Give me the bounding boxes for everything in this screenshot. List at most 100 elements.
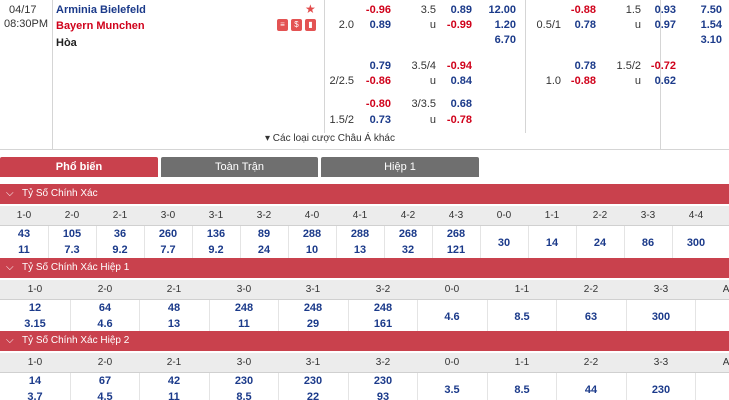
away-score-odds[interactable]: 3.7: [0, 389, 70, 400]
away-score-odds[interactable]: 93: [348, 389, 418, 400]
draw-score-odds[interactable]: 3.5: [417, 382, 487, 398]
over-under-odds[interactable]: -0.99: [436, 19, 472, 32]
home-score-odds[interactable]: 248: [278, 300, 348, 316]
star-icon[interactable]: ★: [305, 3, 316, 16]
over-under-odds[interactable]: -0.78: [436, 114, 472, 127]
handicap-odds[interactable]: 0.78: [560, 19, 596, 32]
home-score-odds[interactable]: 48: [139, 300, 209, 316]
away-team[interactable]: Bayern Munchen: [56, 20, 145, 33]
home-score-odds[interactable]: 248: [348, 300, 418, 316]
away-score-odds[interactable]: 10: [288, 242, 336, 258]
away-score-odds[interactable]: 8.5: [209, 389, 279, 400]
draw-score-odds[interactable]: 24: [576, 235, 624, 251]
over-under-odds[interactable]: -0.72: [640, 60, 676, 73]
over-under-odds[interactable]: -0.94: [436, 60, 472, 73]
handicap-odds[interactable]: -0.88: [560, 75, 596, 88]
handicap-odds[interactable]: -0.88: [560, 4, 596, 17]
x12-odds[interactable]: 7.50: [686, 4, 722, 17]
home-score-odds[interactable]: 67: [70, 373, 140, 389]
over-under-odds[interactable]: 0.84: [436, 75, 472, 88]
home-score-odds[interactable]: 288: [336, 226, 384, 242]
away-score-odds[interactable]: 121: [432, 242, 480, 258]
draw-score-odds[interactable]: 230: [626, 382, 696, 398]
handicap-odds[interactable]: 0.79: [355, 60, 391, 73]
away-score-odds[interactable]: 3.15: [0, 316, 70, 332]
chevron-down-icon[interactable]: ⌵: [6, 331, 14, 351]
home-score-odds[interactable]: 230: [278, 373, 348, 389]
handicap-odds[interactable]: 0.89: [355, 19, 391, 32]
away-score-odds[interactable]: 7.3: [48, 242, 96, 258]
draw-score-odds[interactable]: 14: [528, 235, 576, 251]
away-score-odds[interactable]: 13: [139, 316, 209, 332]
x12-odds[interactable]: 1.20: [480, 19, 516, 32]
over-under-odds[interactable]: 0.62: [640, 75, 676, 88]
handicap-odds[interactable]: -0.86: [355, 75, 391, 88]
over-under-odds[interactable]: 0.68: [436, 98, 472, 111]
away-score-odds[interactable]: 11: [0, 242, 48, 258]
x12-odds[interactable]: 3.10: [686, 34, 722, 47]
home-score-odds[interactable]: 248: [209, 300, 279, 316]
draw-score-odds[interactable]: 300: [626, 309, 696, 325]
home-score-odds[interactable]: 64: [70, 300, 140, 316]
over-under-odds[interactable]: 0.97: [640, 19, 676, 32]
more-asian-bets[interactable]: ▾ Các loại cược Châu Á khác: [0, 133, 660, 144]
home-score-odds[interactable]: 288: [288, 226, 336, 242]
away-score-odds[interactable]: 22: [278, 389, 348, 400]
x12-odds[interactable]: 1.54: [686, 19, 722, 32]
handicap-odds[interactable]: -0.96: [355, 4, 391, 17]
home-team[interactable]: Arminia Bielefeld: [56, 4, 146, 17]
x12-odds[interactable]: 12.00: [480, 4, 516, 17]
home-score-odds[interactable]: 43: [0, 226, 48, 242]
away-score-odds[interactable]: 32: [384, 242, 432, 258]
home-score-odds[interactable]: 89: [240, 226, 288, 242]
draw-score-odds[interactable]: 44: [556, 382, 626, 398]
away-score-odds[interactable]: 4.6: [70, 316, 140, 332]
home-score-odds[interactable]: 14: [0, 373, 70, 389]
chevron-down-icon[interactable]: ⌵: [6, 184, 14, 204]
handicap-odds[interactable]: 0.78: [560, 60, 596, 73]
draw-score-odds[interactable]: 30: [480, 235, 528, 251]
away-score-odds[interactable]: 11: [139, 389, 209, 400]
away-score-odds[interactable]: 11: [209, 316, 279, 332]
away-score-odds[interactable]: 7.7: [144, 242, 192, 258]
draw-score-odds[interactable]: 8.5: [487, 309, 557, 325]
section-header[interactable]: ⌵ Tỷ Số Chính Xác Hiệp 2: [0, 331, 729, 351]
away-score-odds[interactable]: 9.2: [192, 242, 240, 258]
stats-icon[interactable]: ▮: [305, 19, 316, 31]
x12-odds[interactable]: 6.70: [480, 34, 516, 47]
away-score-odds[interactable]: 13: [336, 242, 384, 258]
home-score-odds[interactable]: 42: [139, 373, 209, 389]
draw-score-odds[interactable]: 63: [556, 309, 626, 325]
chevron-down-icon[interactable]: ⌵: [6, 258, 14, 278]
section-header[interactable]: ⌵ Tỷ Số Chính Xác: [0, 184, 729, 204]
away-score-odds[interactable]: 9.2: [96, 242, 144, 258]
list-icon[interactable]: ≡: [277, 19, 288, 31]
home-score-odds[interactable]: 230: [348, 373, 418, 389]
home-score-odds[interactable]: 136: [192, 226, 240, 242]
home-score-odds[interactable]: 12: [0, 300, 70, 316]
handicap-odds[interactable]: 0.73: [355, 114, 391, 127]
dollar-icon[interactable]: $: [291, 19, 302, 31]
away-score-odds[interactable]: 24: [240, 242, 288, 258]
handicap-odds[interactable]: -0.80: [355, 98, 391, 111]
home-score-odds[interactable]: 230: [209, 373, 279, 389]
over-under-odds[interactable]: 0.89: [436, 4, 472, 17]
home-score-odds[interactable]: 105: [48, 226, 96, 242]
draw-score-odds[interactable]: 4.6: [417, 309, 487, 325]
away-score-odds[interactable]: 161: [348, 316, 418, 332]
away-score-odds[interactable]: 4.5: [70, 389, 140, 400]
tab-hiep-1[interactable]: Hiệp 1: [321, 157, 479, 177]
home-score-odds[interactable]: 268: [432, 226, 480, 242]
home-score-odds[interactable]: 268: [384, 226, 432, 242]
over-under-odds[interactable]: 0.93: [640, 4, 676, 17]
away-score-odds[interactable]: 29: [278, 316, 348, 332]
home-score-odds[interactable]: 260: [144, 226, 192, 242]
tab-pho-bien[interactable]: Phổ biến: [0, 157, 158, 177]
draw-score-odds[interactable]: 300: [672, 235, 720, 251]
draw-score-odds[interactable]: 8.5: [487, 382, 557, 398]
draw-score-odds[interactable]: 86: [624, 235, 672, 251]
score-label: AO: [722, 284, 729, 295]
home-score-odds[interactable]: 36: [96, 226, 144, 242]
section-header[interactable]: ⌵ Tỷ Số Chính Xác Hiệp 1: [0, 258, 729, 278]
tab-toan-tran[interactable]: Toàn Trận: [161, 157, 318, 177]
